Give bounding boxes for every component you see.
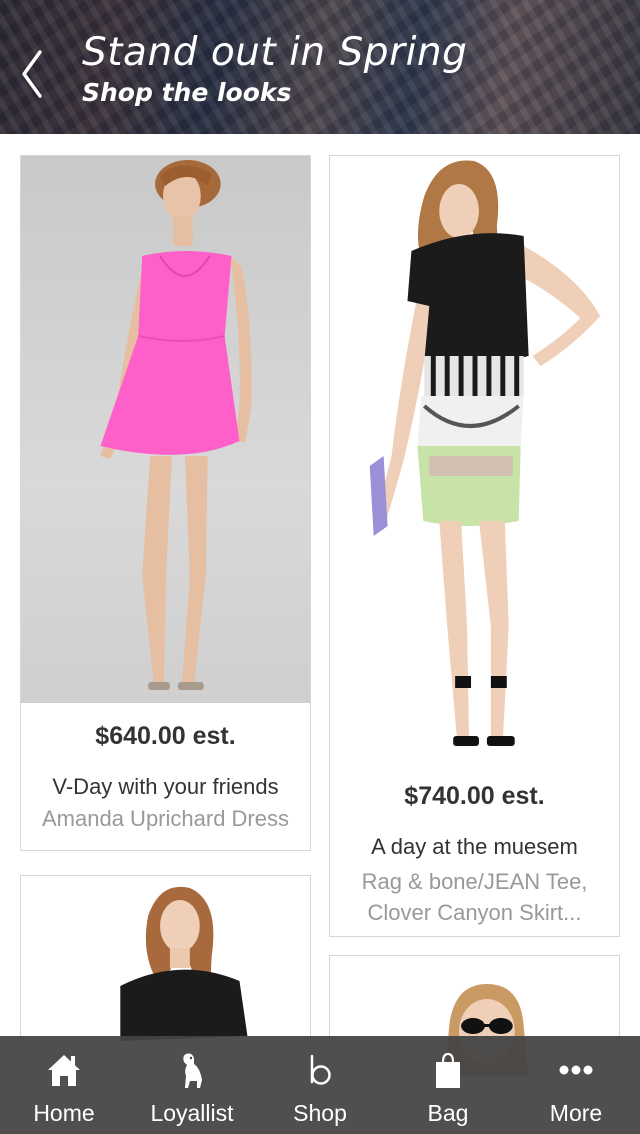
header-banner: Stand out in Spring Shop the looks: [0, 0, 640, 134]
b-logo-icon: [310, 1054, 331, 1085]
look-items: Amanda Uprichard Dress: [42, 806, 289, 831]
bag-icon: [436, 1052, 460, 1088]
tab-loyallist[interactable]: Loyallist: [128, 1036, 256, 1134]
dog-icon: [183, 1053, 202, 1088]
back-button[interactable]: [12, 44, 52, 104]
tab-more[interactable]: More: [512, 1036, 640, 1134]
look-image: [330, 156, 619, 766]
tab-label: More: [549, 1100, 603, 1126]
tab-shop[interactable]: Shop: [256, 1036, 384, 1134]
look-title: V-Day with your friends: [52, 774, 279, 799]
look-price: $640.00 est.: [95, 722, 236, 750]
tab-label: Loyallist: [150, 1100, 234, 1126]
look-items: Rag & bone/JEAN Tee, Clover Canyon Skirt…: [361, 869, 588, 925]
chevron-left-icon: [22, 50, 42, 98]
home-icon: [48, 1055, 80, 1086]
look-image: [21, 156, 310, 703]
look-price: $740.00 est.: [404, 782, 545, 810]
look-title: A day at the muesem: [371, 834, 578, 859]
tab-home[interactable]: Home: [0, 1036, 128, 1134]
tab-bag[interactable]: Bag: [384, 1036, 512, 1134]
page-subtitle: Shop the looks: [82, 78, 292, 107]
bottom-tab-bar: Home Loyallist Shop Bag More: [0, 1036, 640, 1134]
tab-label: Home: [33, 1100, 95, 1126]
look-card[interactable]: $740.00 est. A day at the muesem Rag & b…: [329, 155, 620, 937]
tab-label: Bag: [427, 1100, 469, 1126]
more-dots-icon: [559, 1065, 593, 1075]
tab-label: Shop: [293, 1100, 347, 1126]
page-title: Stand out in Spring: [82, 30, 468, 75]
look-card[interactable]: $640.00 est. V-Day with your friends Ama…: [20, 155, 311, 851]
